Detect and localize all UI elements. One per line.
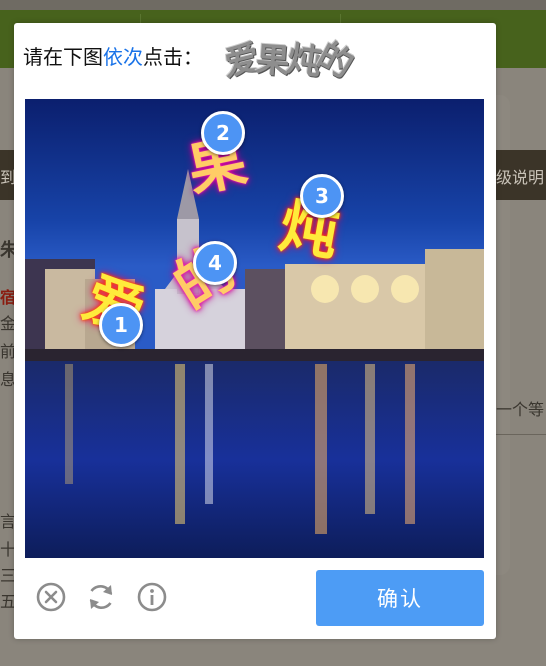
click-marker[interactable]: 2 [201, 111, 245, 155]
background-top-bar [0, 0, 546, 10]
confirm-button[interactable]: 确认 [316, 570, 484, 626]
target-characters-image: 爱果炖的 [223, 33, 400, 87]
captcha-footer: 确认 [14, 568, 496, 628]
click-marker[interactable]: 1 [99, 303, 143, 347]
info-icon[interactable] [136, 581, 168, 613]
prompt-prefix: 请在下图 [23, 45, 103, 69]
captcha-scene-image[interactable]: 果 炖 的 爱 2 3 4 1 [25, 99, 484, 558]
prompt-highlight: 依次 [103, 45, 143, 69]
refresh-icon[interactable] [85, 581, 117, 613]
background-text: 级说明 [496, 168, 545, 187]
click-marker[interactable]: 3 [300, 174, 344, 218]
captcha-dialog: 请在下图依次点击： 爱果炖的 果 炖 2 3 4 1 确认 [14, 23, 496, 639]
background-text: 一个等 [496, 400, 545, 419]
captcha-prompt: 请在下图依次点击： [23, 41, 203, 70]
close-circle-icon[interactable] [35, 581, 67, 613]
prompt-suffix: 点击： [143, 45, 203, 69]
click-marker[interactable]: 4 [193, 241, 237, 285]
background-divider [495, 434, 546, 435]
